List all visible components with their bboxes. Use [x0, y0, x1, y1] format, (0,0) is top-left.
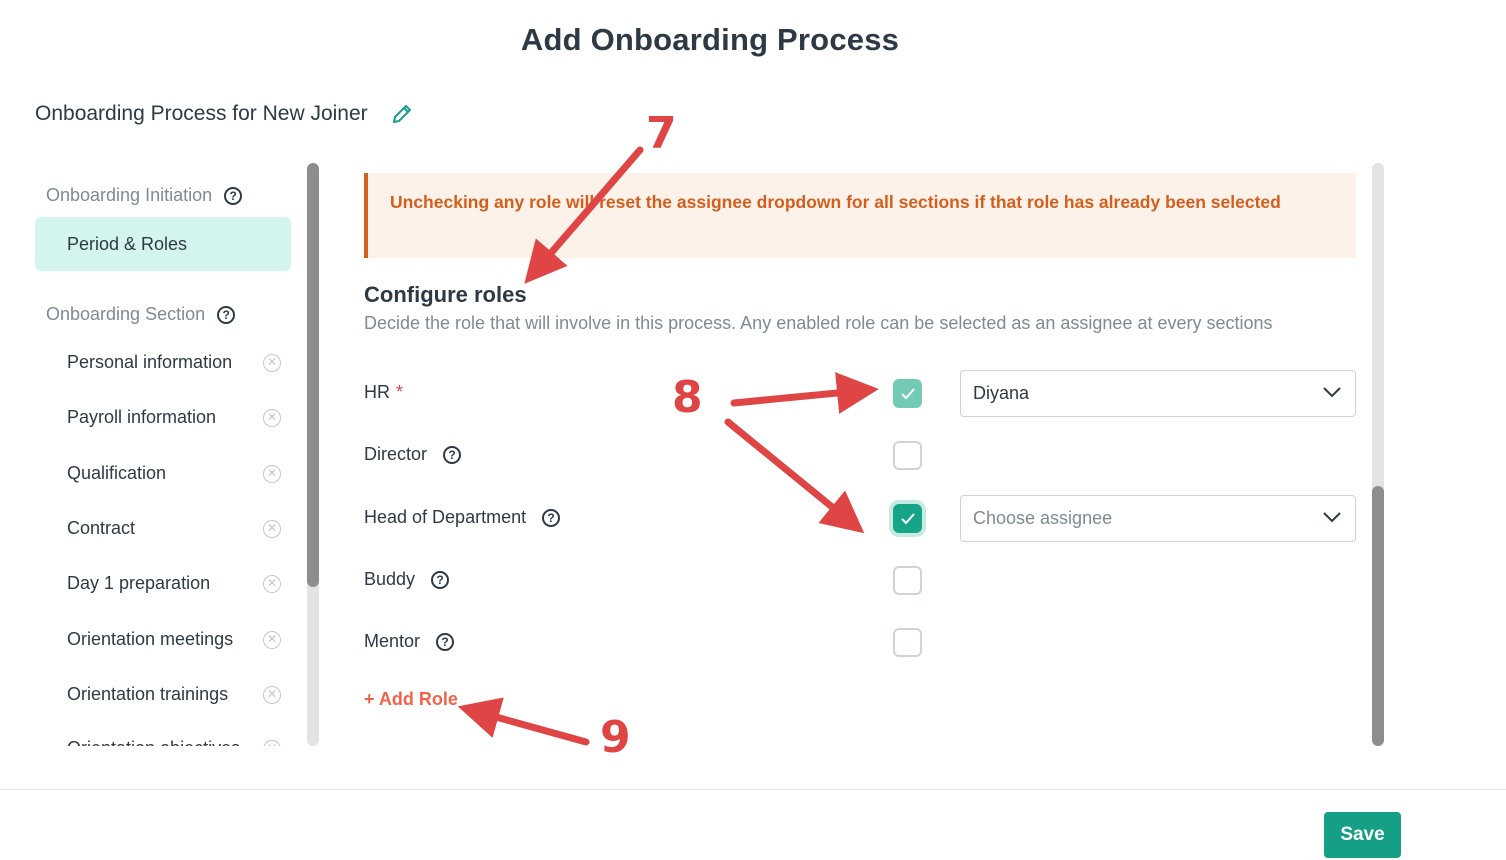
sidebar-item-orientation-objectives[interactable]: Orientation objectives ✕	[67, 738, 281, 746]
process-name-text: Onboarding Process for New Joiner	[35, 102, 368, 125]
sidebar-item-label: Contract	[67, 518, 136, 538]
annotation-arrow-8a	[730, 372, 879, 414]
buddy-checkbox[interactable]	[893, 566, 922, 595]
configure-roles-title: Configure roles	[364, 282, 527, 307]
check-icon	[901, 513, 915, 525]
director-checkbox[interactable]	[893, 441, 922, 470]
required-mark: *	[396, 382, 404, 402]
sidebar-item-label: Personal information	[67, 352, 233, 372]
add-role-button[interactable]: + Add Role	[364, 689, 458, 710]
sidebar-item-contract[interactable]: Contract ✕	[67, 518, 281, 539]
annotation-number-9: 9	[600, 712, 631, 763]
remove-icon[interactable]: ✕	[263, 685, 281, 704]
role-name: Head of Department	[364, 507, 527, 527]
hr-assignee-select[interactable]: Diyana	[960, 370, 1356, 417]
sidebar-item-payroll-information[interactable]: Payroll information ✕	[67, 407, 281, 428]
remove-icon[interactable]: ✕	[263, 519, 281, 538]
onboarding-initiation-heading: Onboarding Initiation ?	[46, 185, 243, 206]
configure-roles-description: Decide the role that will involve in thi…	[364, 313, 1273, 333]
sidebar-item-personal-information[interactable]: Personal information ✕	[67, 352, 281, 373]
sidebar-item-label: Orientation trainings	[67, 684, 229, 704]
role-label-head-of-department: Head of Department ?	[364, 507, 561, 528]
remove-icon[interactable]: ✕	[263, 464, 281, 483]
page-title: Add Onboarding Process	[520, 22, 900, 57]
check-icon	[901, 388, 915, 400]
mentor-checkbox[interactable]	[893, 628, 922, 657]
sidebar-item-label: Day 1 preparation	[67, 573, 211, 593]
chevron-down-icon	[1323, 387, 1341, 398]
process-name: Onboarding Process for New Joiner	[35, 102, 414, 126]
sidebar-nav: Onboarding Initiation ? Period & Roles O…	[35, 163, 320, 746]
head-of-department-checkbox[interactable]	[893, 504, 922, 533]
role-name: HR	[364, 382, 390, 402]
warning-banner: Unchecking any role will reset the assig…	[364, 173, 1356, 258]
annotation-number-8: 8	[672, 372, 703, 423]
role-label-director: Director ?	[364, 444, 462, 465]
hr-assignee-value: Diyana	[973, 383, 1030, 403]
onboarding-initiation-label: Onboarding Initiation	[46, 185, 213, 205]
role-label-mentor: Mentor ?	[364, 631, 455, 652]
help-icon[interactable]: ?	[431, 570, 450, 589]
sidebar-item-label: Orientation meetings	[67, 629, 234, 649]
remove-icon[interactable]: ✕	[263, 630, 281, 649]
annotation-arrow-8b	[724, 418, 865, 534]
head-of-department-assignee-select[interactable]: Choose assignee	[960, 495, 1356, 542]
sidebar-item-qualification[interactable]: Qualification ✕	[67, 463, 281, 484]
footer-divider	[0, 789, 1506, 790]
remove-icon[interactable]: ✕	[263, 408, 281, 427]
chevron-down-icon	[1323, 512, 1341, 523]
main-scrollbar-thumb[interactable]	[1372, 486, 1384, 746]
sidebar-item-orientation-meetings[interactable]: Orientation meetings ✕	[67, 629, 281, 650]
annotation-number-7: 7	[646, 108, 677, 159]
help-icon[interactable]: ?	[542, 508, 561, 527]
assignee-placeholder: Choose assignee	[973, 508, 1113, 528]
sidebar-item-label: Payroll information	[67, 407, 217, 427]
sidebar-item-orientation-trainings[interactable]: Orientation trainings ✕	[67, 684, 281, 705]
save-button[interactable]: Save	[1324, 812, 1401, 858]
annotation-arrow-9	[457, 697, 590, 746]
remove-icon[interactable]: ✕	[263, 739, 281, 746]
remove-icon[interactable]: ✕	[263, 574, 281, 593]
remove-icon[interactable]: ✕	[263, 353, 281, 372]
role-name: Director	[364, 444, 428, 464]
help-icon[interactable]: ?	[443, 445, 462, 464]
sidebar-item-day-1-preparation[interactable]: Day 1 preparation ✕	[67, 573, 281, 594]
help-icon[interactable]: ?	[224, 186, 243, 205]
help-icon[interactable]: ?	[436, 632, 455, 651]
sidebar-scrollbar-thumb[interactable]	[307, 163, 319, 587]
role-name: Mentor	[364, 631, 421, 651]
role-label-hr: HR *	[364, 382, 403, 403]
sidebar-item-period-roles[interactable]: Period & Roles	[35, 217, 291, 271]
sidebar-item-label: Orientation objectives	[67, 738, 240, 746]
onboarding-section-label: Onboarding Section	[46, 304, 206, 324]
role-name: Buddy	[364, 569, 416, 589]
hr-checkbox[interactable]	[893, 379, 922, 408]
role-label-buddy: Buddy ?	[364, 569, 450, 590]
pencil-icon[interactable]	[390, 102, 414, 126]
help-icon[interactable]: ?	[217, 305, 236, 324]
sidebar-item-label: Qualification	[67, 463, 167, 483]
onboarding-section-heading: Onboarding Section ?	[46, 304, 236, 325]
